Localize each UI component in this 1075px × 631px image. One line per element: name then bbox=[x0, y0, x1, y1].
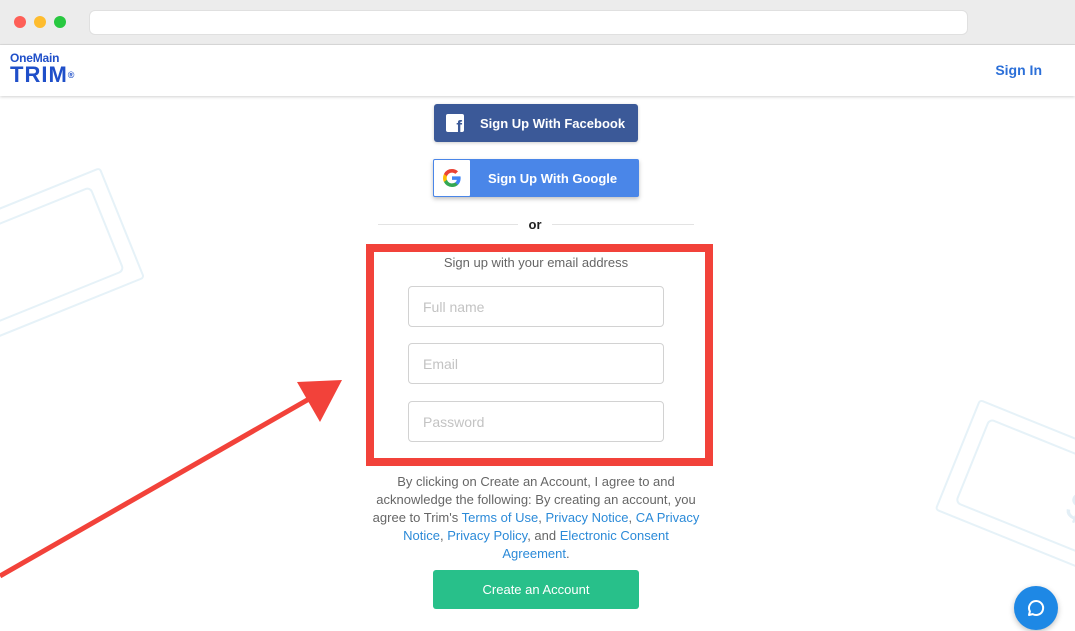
create-account-button[interactable]: Create an Account bbox=[433, 570, 639, 609]
close-window-button[interactable] bbox=[14, 16, 26, 28]
sign-in-link[interactable]: Sign In bbox=[995, 62, 1042, 78]
google-icon bbox=[434, 160, 470, 196]
facebook-icon: f bbox=[446, 114, 464, 132]
email-input[interactable] bbox=[408, 343, 664, 384]
email-signup-title: Sign up with your email address bbox=[443, 255, 629, 270]
legal-separator: , and bbox=[527, 528, 560, 543]
full-name-input[interactable] bbox=[408, 286, 664, 327]
chat-button[interactable] bbox=[1014, 586, 1058, 630]
google-signup-button[interactable]: Sign Up With Google bbox=[433, 159, 639, 197]
maximize-window-button[interactable] bbox=[54, 16, 66, 28]
arrow-annotation bbox=[0, 380, 342, 579]
privacy-policy-link[interactable]: Privacy Policy bbox=[447, 528, 527, 543]
address-bar[interactable] bbox=[89, 10, 968, 35]
legal-agreement-text: By clicking on Create an Account, I agre… bbox=[372, 473, 700, 563]
or-divider-label: or bbox=[518, 217, 552, 232]
privacy-notice-link[interactable]: Privacy Notice bbox=[545, 510, 628, 525]
minimize-window-button[interactable] bbox=[34, 16, 46, 28]
dollar-bill-decoration: $ bbox=[934, 398, 1075, 582]
onemain-trim-logo[interactable]: OneMain TRIM® bbox=[10, 51, 75, 87]
password-input[interactable] bbox=[408, 401, 664, 442]
site-header: OneMain TRIM® Sign In bbox=[0, 45, 1075, 96]
terms-of-use-link[interactable]: Terms of Use bbox=[462, 510, 539, 525]
legal-end: . bbox=[565, 546, 570, 561]
chat-icon bbox=[1028, 599, 1045, 616]
dollar-bill-decoration: $ bbox=[0, 166, 146, 354]
logo-main-text: TRIM® bbox=[10, 62, 75, 87]
legal-separator: , bbox=[628, 510, 636, 525]
facebook-signup-label: Sign Up With Facebook bbox=[480, 115, 626, 131]
facebook-signup-button[interactable]: f Sign Up With Facebook bbox=[434, 104, 638, 142]
browser-chrome bbox=[0, 0, 1075, 45]
google-signup-label: Sign Up With Google bbox=[488, 170, 618, 186]
